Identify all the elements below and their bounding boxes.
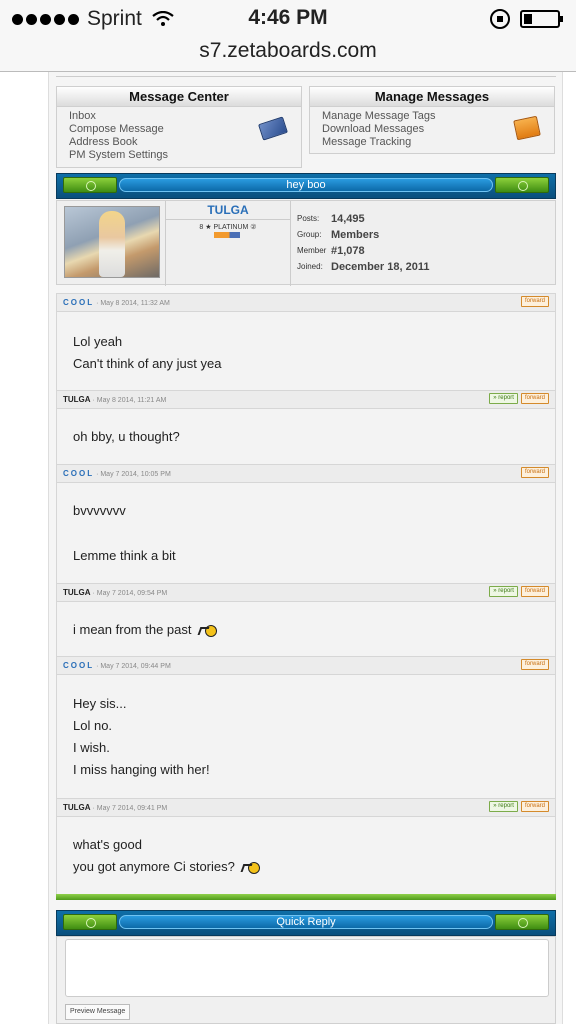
message-tracking-link[interactable]: Message Tracking [322, 136, 542, 149]
stat-value: #1,078 [331, 245, 365, 257]
report-button[interactable]: » report [489, 393, 518, 404]
stat-label: Posts: [297, 214, 320, 223]
post-date: · May 7 2014, 09:54 PM [92, 590, 168, 597]
profile-name[interactable]: TULGA [166, 203, 290, 220]
forward-button[interactable]: forward [520, 586, 549, 597]
stat-value: 14,495 [331, 213, 365, 225]
post-author[interactable]: TULGA [63, 395, 91, 404]
stat-value: December 18, 2011 [331, 261, 430, 273]
battery-icon [520, 10, 563, 28]
quick-reply-title-bar: Quick Reply [56, 910, 556, 936]
compose-message-link[interactable]: Compose Message [69, 123, 289, 136]
forward-button[interactable]: forward [520, 393, 549, 404]
message-center-title: Message Center [57, 87, 301, 107]
pm-settings-link[interactable]: PM System Settings [69, 149, 289, 162]
post-text: oh bby, u thought? [73, 429, 180, 444]
report-button[interactable]: » report [489, 801, 518, 812]
post-text: i mean from the past [73, 622, 217, 638]
quick-reply-panel: Preview Message [56, 936, 556, 1024]
post-text: Can't think of any just yea [73, 356, 222, 371]
smiley-icon [199, 625, 217, 638]
inbox-link[interactable]: Inbox [69, 110, 289, 123]
forward-button[interactable]: forward [520, 801, 549, 812]
post-text: Lemme think a bit [73, 548, 176, 563]
stat-value: Members [331, 229, 380, 241]
post-date: · May 8 2014, 11:21 AM [92, 397, 167, 404]
post-date: · May 8 2014, 11:32 AM [96, 300, 170, 307]
profile-rank: 8 ★ PLATINUM ② [199, 224, 257, 231]
post-header: TULGA · May 7 2014, 09:41 PM » report fo… [56, 798, 556, 817]
stat-label: Group: [297, 230, 322, 239]
post-body: oh bby, u thought? [56, 409, 556, 464]
profile-card: TULGA 8 ★ PLATINUM ② Posts: 14,495 Group:… [56, 200, 556, 286]
rank-bar [214, 232, 240, 238]
reply-textarea[interactable] [65, 939, 549, 997]
post-text: Lol yeah [73, 334, 123, 349]
post-body: i mean from the past [56, 602, 556, 656]
post-body: Lol yeah Can't think of any just yea [56, 312, 556, 390]
post-date: · May 7 2014, 10:05 PM [96, 471, 171, 478]
post-body: what's good you got anymore Ci stories? [56, 817, 556, 894]
stat-label: Member [297, 246, 327, 255]
thread-title-bar: hey boo [56, 173, 556, 199]
smiley-icon [242, 862, 260, 875]
post-header: COOL · May 8 2014, 11:32 AM forward [56, 293, 556, 312]
download-messages-link[interactable]: Download Messages [322, 123, 542, 136]
thread-footer-bar [56, 894, 556, 900]
report-button[interactable]: » report [489, 586, 518, 597]
post-text: I miss hanging with her! [73, 762, 210, 777]
preview-message-button[interactable]: Preview Message [65, 1004, 131, 1020]
post-text-content: i mean from the past [73, 622, 192, 637]
forward-button[interactable]: forward [520, 296, 549, 307]
post-header: TULGA · May 8 2014, 11:21 AM » report fo… [56, 390, 556, 409]
manage-messages-title: Manage Messages [310, 87, 554, 107]
post-header: COOL · May 7 2014, 09:44 PM forward [56, 656, 556, 675]
stat-label: Joined: [297, 262, 323, 271]
post-body: bvvvvvvv Lemme think a bit [56, 483, 556, 583]
post-text: I wish. [73, 740, 110, 755]
post-author[interactable]: COOL [63, 661, 94, 670]
post-text: bvvvvvvv [73, 503, 126, 518]
post-body: Hey sis... Lol no. I wish. I miss hangin… [56, 675, 556, 798]
post-text: you got anymore Ci stories? [73, 859, 260, 875]
forward-button[interactable]: forward [520, 467, 549, 478]
profile-stats: Posts: 14,495 Group: Members Member #1,078 … [297, 211, 429, 275]
post-date: · May 7 2014, 09:44 PM [96, 663, 171, 670]
message-center-panel: Message Center Inbox Compose Message Add… [56, 86, 302, 168]
divider [290, 201, 291, 286]
forward-button[interactable]: forward [520, 659, 549, 670]
thread-title: hey boo [286, 179, 326, 191]
post-header: TULGA · May 7 2014, 09:54 PM » report fo… [56, 583, 556, 602]
divider [56, 76, 556, 77]
post-header: COOL · May 7 2014, 10:05 PM forward [56, 464, 556, 483]
post-date: · May 7 2014, 09:41 PM [92, 805, 168, 812]
manage-tags-link[interactable]: Manage Message Tags [322, 110, 542, 123]
post-author[interactable]: COOL [63, 469, 94, 478]
status-bar: Sprint 4:46 PM [0, 0, 576, 38]
avatar[interactable] [64, 206, 160, 278]
post-author[interactable]: TULGA [63, 588, 91, 597]
url-bar[interactable]: s7.zetaboards.com [0, 38, 576, 72]
post-text: what's good [73, 837, 142, 852]
rotation-lock-icon [490, 9, 510, 29]
post-author[interactable]: TULGA [63, 803, 91, 812]
post-author[interactable]: COOL [63, 298, 94, 307]
post-text: Hey sis... [73, 696, 127, 711]
address-book-link[interactable]: Address Book [69, 136, 289, 149]
post-text: Lol no. [73, 718, 113, 733]
quick-reply-title: Quick Reply [276, 916, 336, 928]
manage-messages-panel: Manage Messages Manage Message Tags Down… [309, 86, 555, 154]
post-text-content: you got anymore Ci stories? [73, 859, 235, 874]
